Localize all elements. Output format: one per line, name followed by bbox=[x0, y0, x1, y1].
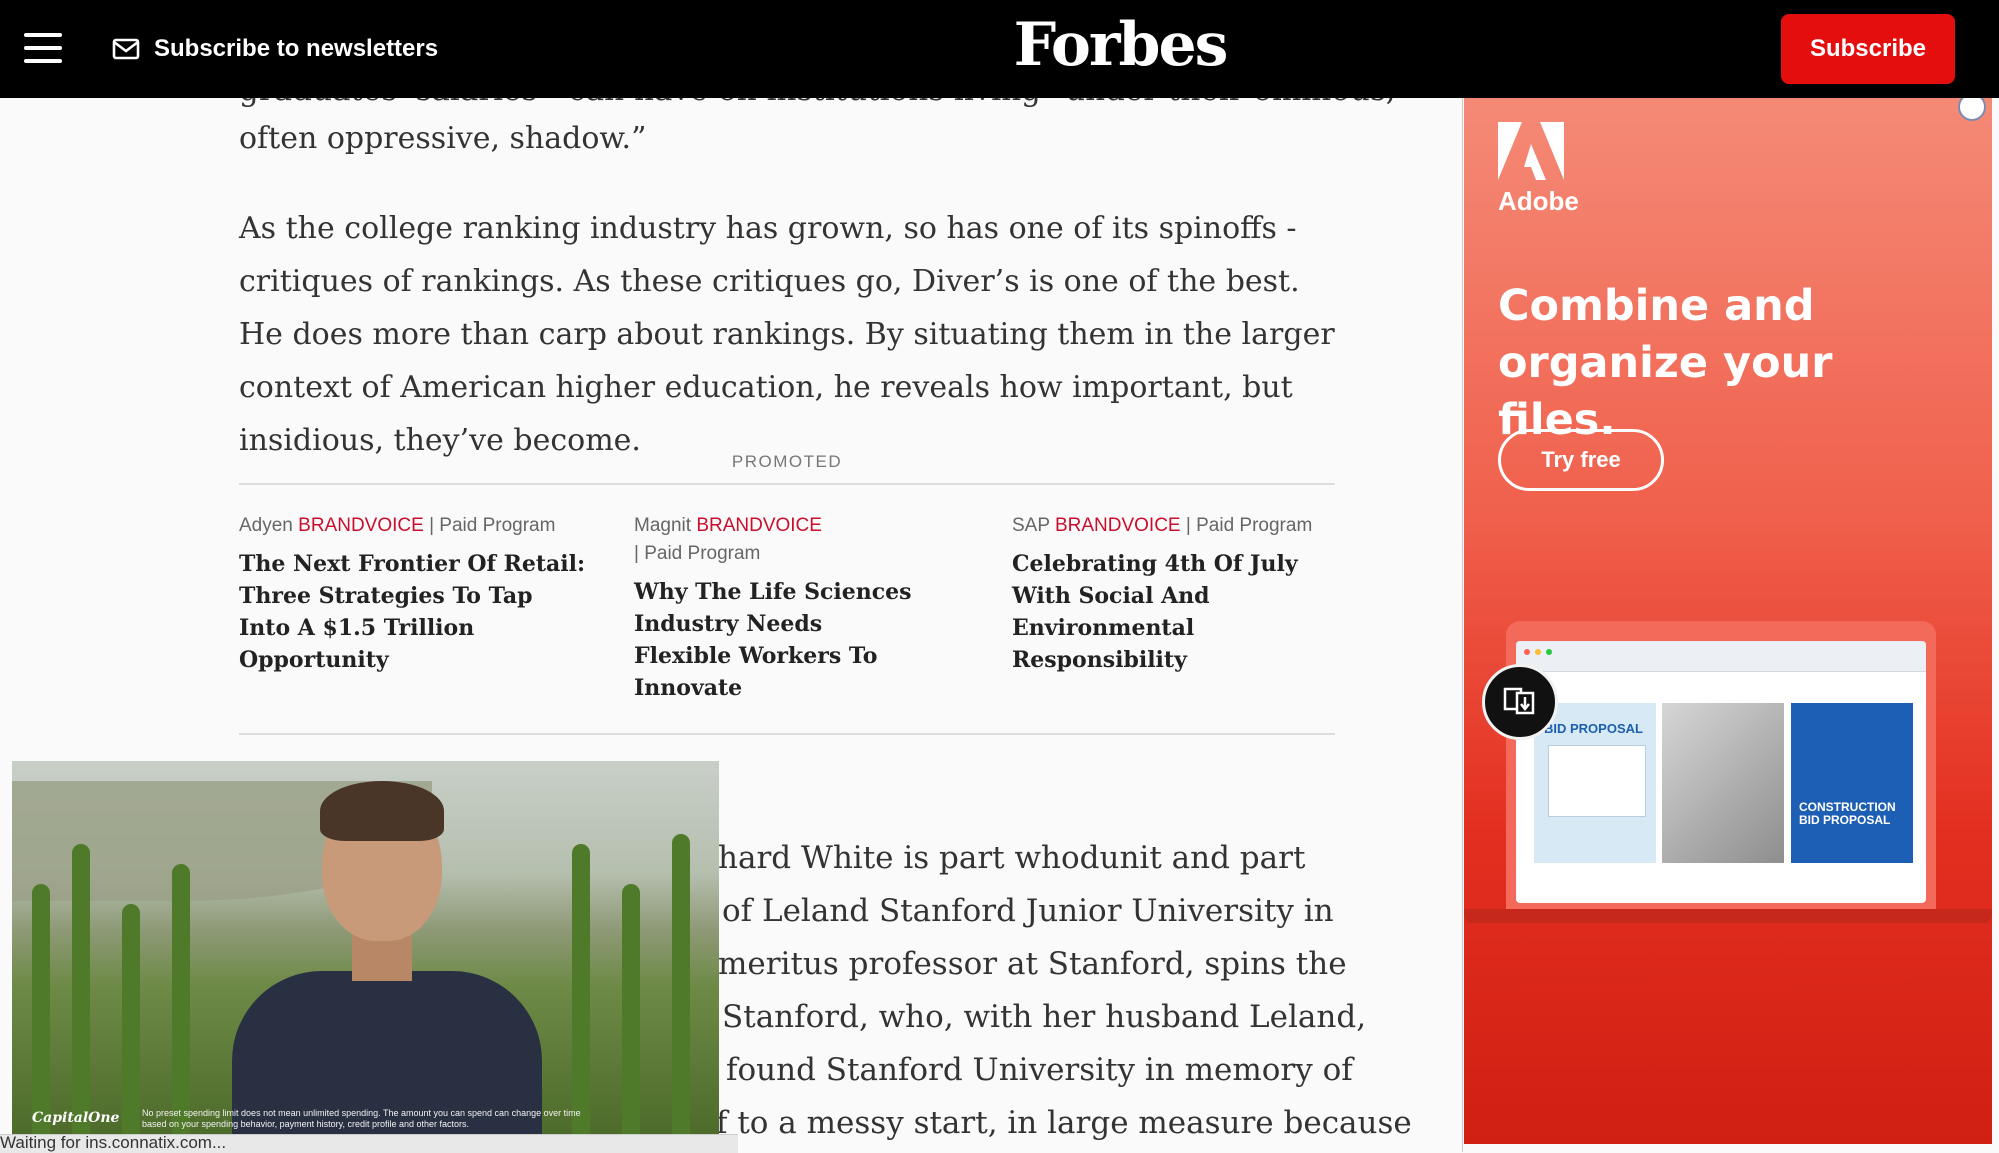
video-disclaimer: No preset spending limit does not mean u… bbox=[142, 1108, 581, 1129]
status-text: Waiting for ins.connatix.com... bbox=[0, 1134, 227, 1152]
promo-title-link[interactable]: Celebrating 4th Of July With Social And … bbox=[1012, 548, 1332, 676]
subscribe-button[interactable]: Subscribe bbox=[1781, 14, 1955, 84]
laptop-screen: BID PROPOSAL CONSTRUCTION BID PROPOSAL bbox=[1516, 641, 1926, 903]
promo-sponsor: SAP bbox=[1012, 515, 1050, 536]
adobe-advertisement[interactable]: Adobe Combine and organize your files. T… bbox=[1464, 98, 1992, 1144]
document-thumbnail: BID PROPOSAL bbox=[1534, 703, 1656, 863]
promo-title-link[interactable]: Why The Life Sciences Industry Needs Fle… bbox=[634, 576, 924, 704]
paid-program-label: | Paid Program bbox=[1185, 515, 1313, 536]
paid-program-label: | Paid Program bbox=[429, 515, 556, 536]
promo-meta: Magnit BRANDVOICE | Paid Program bbox=[634, 512, 924, 568]
browser-chrome bbox=[1516, 641, 1926, 672]
article-paragraph: often oppressive, shadow.” bbox=[239, 121, 647, 156]
floating-video-player[interactable]: CapitalOne No preset spending limit does… bbox=[12, 761, 719, 1134]
promo-sponsor: Adyen bbox=[239, 515, 293, 536]
video-cornstalk bbox=[32, 884, 50, 1134]
document-thumbnail bbox=[1662, 703, 1784, 863]
ad-divider bbox=[1462, 98, 1463, 1152]
promo-meta: SAP BRANDVOICE | Paid Program bbox=[1012, 512, 1332, 540]
newsletter-label: Subscribe to newsletters bbox=[154, 35, 439, 62]
hamburger-menu-icon[interactable] bbox=[24, 33, 62, 63]
video-cornstalk bbox=[622, 884, 640, 1134]
video-presenter bbox=[222, 781, 552, 1134]
divider bbox=[239, 733, 1335, 735]
laptop-base bbox=[1464, 909, 1992, 923]
promoted-label: PROMOTED bbox=[731, 452, 843, 471]
promoted-card[interactable]: Adyen BRANDVOICE | Paid Program The Next… bbox=[239, 512, 589, 676]
brandvoice-link[interactable]: BRANDVOICE bbox=[298, 515, 424, 536]
envelope-icon bbox=[112, 38, 140, 60]
subscribe-newsletters-link[interactable]: Subscribe to newsletters bbox=[112, 28, 438, 70]
try-free-button[interactable]: Try free bbox=[1498, 429, 1664, 491]
browser-status-bar: Waiting for ins.connatix.com... bbox=[0, 1134, 738, 1153]
brandvoice-link[interactable]: BRANDVOICE bbox=[696, 515, 822, 536]
promo-title-link[interactable]: The Next Frontier Of Retail: Three Strat… bbox=[239, 548, 589, 676]
top-navigation-bar: Subscribe to newsletters Forbes Subscrib… bbox=[0, 0, 1999, 98]
promoted-card[interactable]: Magnit BRANDVOICE | Paid Program Why The… bbox=[634, 512, 924, 704]
forbes-logo[interactable]: Forbes bbox=[1000, 10, 1240, 80]
brandvoice-link[interactable]: BRANDVOICE bbox=[1055, 515, 1181, 536]
adobe-logo-icon bbox=[1498, 122, 1564, 180]
video-cornstalk bbox=[672, 834, 690, 1134]
thumbnail-title: BID PROPOSAL bbox=[1544, 721, 1643, 736]
video-cornstalk bbox=[72, 844, 90, 1134]
paid-program-label: | Paid Program bbox=[634, 543, 761, 564]
video-cornstalk bbox=[122, 904, 140, 1134]
promoted-card[interactable]: SAP BRANDVOICE | Paid Program Celebratin… bbox=[1012, 512, 1332, 676]
promo-meta: Adyen BRANDVOICE | Paid Program bbox=[239, 512, 589, 540]
thumbnail-title: CONSTRUCTION BID PROPOSAL bbox=[1799, 800, 1896, 827]
file-download-icon[interactable] bbox=[1482, 664, 1558, 740]
ad-headline: Combine and organize your files. bbox=[1498, 281, 1833, 445]
capital-one-logo: CapitalOne bbox=[32, 1110, 120, 1126]
document-thumbnail: CONSTRUCTION BID PROPOSAL bbox=[1791, 703, 1913, 863]
promo-sponsor: Magnit bbox=[634, 515, 692, 536]
divider bbox=[239, 483, 1335, 485]
adobe-wordmark: Adobe bbox=[1498, 186, 1579, 216]
video-cornstalk bbox=[572, 844, 590, 1134]
video-cornstalk bbox=[172, 864, 190, 1134]
article-paragraph: As the college ranking industry has grow… bbox=[239, 211, 1335, 458]
